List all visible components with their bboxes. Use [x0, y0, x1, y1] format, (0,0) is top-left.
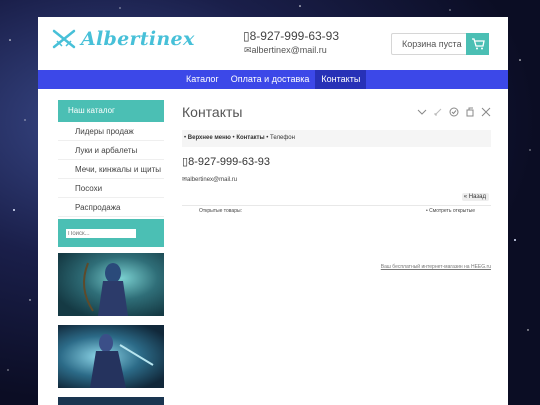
close-icon[interactable]	[481, 107, 491, 117]
contact-phone-text: 8-927-999-63-93	[188, 156, 271, 168]
breadcrumb-item-contacts[interactable]: Контакты	[236, 135, 264, 141]
cart-label: Корзина пуста	[402, 39, 462, 49]
article-toolbar	[417, 107, 491, 117]
header-email[interactable]: ✉albertinex@mail.ru	[244, 45, 327, 56]
sidebar: Наш каталог Лидеры продаж Луки и арбалет…	[58, 100, 164, 405]
search-input[interactable]	[66, 229, 136, 238]
back-button[interactable]: « Назад	[461, 193, 489, 201]
breadcrumb-item-phone: Телефон	[270, 135, 295, 141]
logo-text: Albertinex	[81, 28, 195, 50]
header-phone-text: 8-927-999-63-93	[249, 29, 340, 43]
crossed-swords-icon	[52, 29, 76, 49]
opened-goods-link[interactable]: • Смотреть открытые	[426, 208, 475, 214]
catalog-header: Наш каталог	[58, 100, 164, 122]
mail-icon: ✉	[244, 45, 252, 55]
top-nav: Каталог Оплата и доставка Контакты	[38, 70, 508, 89]
edit-icon[interactable]	[433, 107, 443, 117]
contact-email[interactable]: ✉albertinex@mail.ru	[182, 176, 491, 183]
shopping-cart-icon	[471, 38, 485, 50]
header-phone: ▯8-927-999-63-93	[243, 29, 339, 43]
copy-icon[interactable]	[465, 107, 475, 117]
back-label: Назад	[468, 194, 486, 200]
contact-phone: ▯8-927-999-63-93	[182, 155, 491, 168]
header-email-text: albertinex@mail.ru	[251, 45, 327, 55]
nav-item-contacts[interactable]: Контакты	[315, 70, 367, 89]
site-logo[interactable]: Albertinex	[51, 28, 195, 50]
sidebar-item-swords[interactable]: Мечи, кинжалы и щиты	[58, 160, 164, 179]
page-container: Albertinex ▯8-927-999-63-93 ✉albertinex@…	[38, 17, 508, 405]
main-content: Контакты • Верхнее меню • Контакты • Тел…	[182, 104, 491, 270]
check-circle-icon[interactable]	[449, 107, 459, 117]
header: Albertinex ▯8-927-999-63-93 ✉albertinex@…	[38, 17, 508, 70]
nav-item-catalog[interactable]: Каталог	[180, 70, 225, 89]
cart-button[interactable]	[466, 33, 489, 55]
breadcrumb-item-top-menu[interactable]: Верхнее меню	[188, 135, 231, 141]
breadcrumb: • Верхнее меню • Контакты • Телефон	[182, 130, 491, 147]
opened-goods-label: Открытые товары:	[199, 208, 242, 214]
sidebar-item-bestsellers[interactable]: Лидеры продаж	[58, 122, 164, 141]
chevron-down-icon[interactable]	[417, 107, 427, 117]
archer-silhouette	[83, 262, 128, 316]
promo-image-partial	[58, 397, 164, 405]
sidebar-item-staffs[interactable]: Посохи	[58, 179, 164, 198]
promo-image-elf[interactable]	[58, 325, 164, 388]
elf-silhouette	[90, 334, 154, 388]
sidebar-item-sale[interactable]: Распродажа	[58, 198, 164, 217]
nav-item-payment-delivery[interactable]: Оплата и доставка	[225, 70, 316, 89]
opened-goods-link-text: Смотреть открытые	[429, 208, 476, 214]
contact-email-text: albertinex@mail.ru	[187, 177, 238, 183]
footer-note-link[interactable]: Ваш бесплатный интернет-магазин на HEEG.…	[381, 264, 491, 270]
search-box	[58, 219, 164, 247]
back-row: « Назад	[182, 193, 491, 202]
phone-icon: ▯	[243, 29, 250, 43]
opened-goods-row: Открытые товары: • Смотреть открытые	[182, 205, 491, 215]
promo-image-archer[interactable]	[58, 253, 164, 316]
cart-widget[interactable]: Корзина пуста	[391, 33, 489, 55]
sidebar-item-bows[interactable]: Луки и арбалеты	[58, 141, 164, 160]
double-chevron-left-icon: «	[463, 194, 468, 200]
